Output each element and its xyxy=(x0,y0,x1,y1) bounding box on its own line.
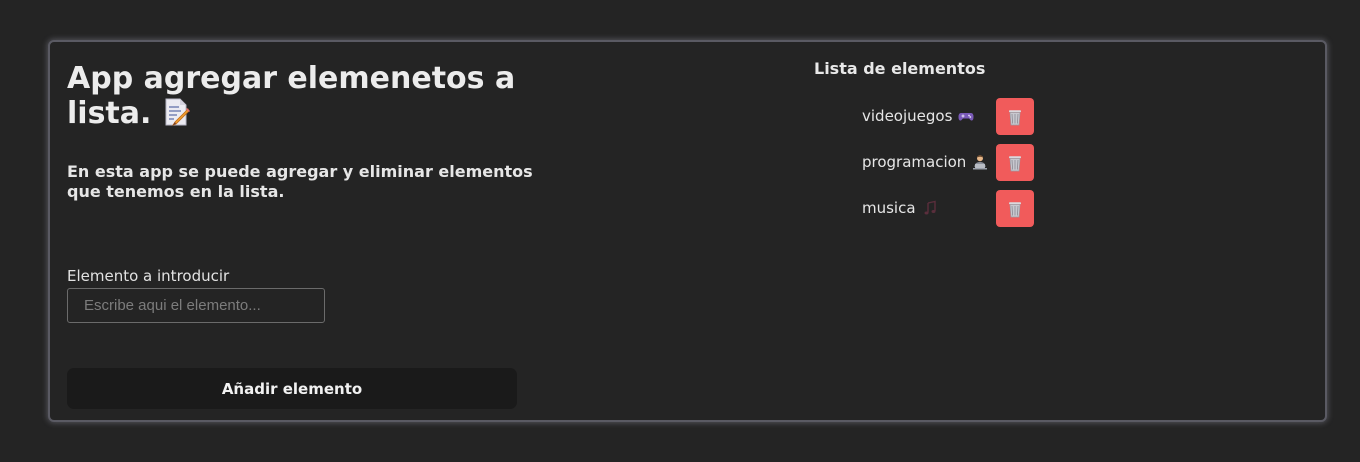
list-title: Lista de elementos xyxy=(814,59,986,78)
list-item: musica xyxy=(862,190,1034,227)
element-input-label: Elemento a introducir xyxy=(67,267,230,285)
wastebasket-icon xyxy=(996,200,1034,218)
memo-icon xyxy=(161,97,191,127)
app-card: App agregar elemenetos a lista. En esta … xyxy=(48,40,1327,422)
delete-item-button[interactable] xyxy=(996,144,1034,181)
delete-item-button[interactable] xyxy=(996,98,1034,135)
technologist-icon xyxy=(972,154,988,170)
element-input[interactable] xyxy=(67,288,325,323)
app-description: En esta app se puede agregar y eliminar … xyxy=(67,162,533,201)
musical-notes-icon xyxy=(922,200,938,216)
game-controller-icon xyxy=(958,108,974,124)
element-list: videojuegos programacion musica xyxy=(862,98,1034,236)
page-title: App agregar elemenetos a lista. xyxy=(67,61,537,131)
list-item: programacion xyxy=(862,144,1034,181)
page-title-text: App agregar elemenetos a lista. xyxy=(67,61,516,131)
list-item: videojuegos xyxy=(862,98,1034,135)
list-item-label: programacion xyxy=(862,153,967,171)
wastebasket-icon xyxy=(996,154,1034,172)
list-item-label: videojuegos xyxy=(862,107,953,125)
add-element-button[interactable]: Añadir elemento xyxy=(67,368,517,409)
wastebasket-icon xyxy=(996,108,1034,126)
delete-item-button[interactable] xyxy=(996,190,1034,227)
list-item-label: musica xyxy=(862,199,916,217)
